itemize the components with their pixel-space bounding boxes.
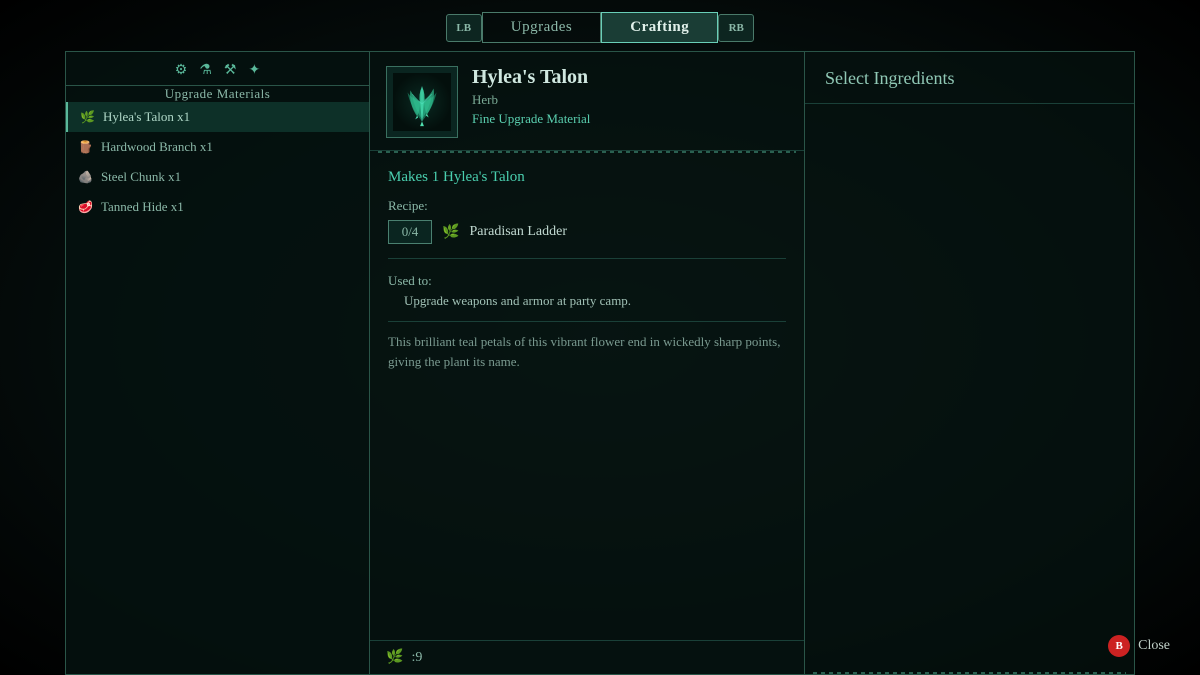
section-divider — [388, 258, 786, 259]
icon-upgrade-4: ✦ — [248, 62, 260, 79]
icon-upgrade-2: ⚗ — [199, 62, 212, 79]
item-header: Hylea's Talon Herb Fine Upgrade Material — [370, 52, 804, 151]
list-item-label: Steel Chunk x1 — [101, 169, 181, 185]
tab-upgrades[interactable]: Upgrades — [482, 12, 601, 43]
right-panel: Select Ingredients — [805, 51, 1135, 675]
bottom-icon: 🌿 — [386, 649, 403, 666]
list-item-icon: 🥩 — [78, 200, 93, 215]
list-item-label: Hardwood Branch x1 — [101, 139, 213, 155]
select-ingredients-area — [805, 104, 1134, 674]
tab-crafting[interactable]: Crafting — [601, 12, 718, 43]
top-navigation: LB Upgrades Crafting RB — [0, 0, 1200, 51]
panel-title: Upgrade Materials — [66, 86, 369, 102]
main-content: ⚙ ⚗ ⚒ ✦ Upgrade Materials 🌿 Hylea's Talo… — [0, 51, 1200, 675]
item-info: Hylea's Talon Herb Fine Upgrade Material — [472, 66, 590, 127]
list-item-label: Tanned Hide x1 — [101, 199, 184, 215]
makes-label: Makes 1 Hylea's Talon — [388, 169, 786, 186]
icon-upgrade-3: ⚒ — [224, 62, 237, 79]
close-section: B Close — [1108, 635, 1170, 657]
recipe-label: Recipe: — [388, 198, 786, 214]
bottom-bar: 🌿 :9 — [370, 640, 804, 674]
item-list: 🌿 Hylea's Talon x1 🪵 Hardwood Branch x1 … — [66, 102, 369, 674]
select-divider — [813, 672, 1126, 674]
recipe-section: Recipe: 0/4 🌿 Paradisan Ladder — [388, 198, 786, 244]
list-item-icon: 🪨 — [78, 170, 93, 185]
item-name: Hylea's Talon — [472, 66, 590, 89]
lb-button[interactable]: LB — [446, 14, 482, 42]
recipe-row: 0/4 🌿 Paradisan Ladder — [388, 220, 786, 244]
list-item[interactable]: 🌿 Hylea's Talon x1 — [66, 102, 369, 132]
close-label: Close — [1138, 638, 1170, 654]
list-item-icon: 🪵 — [78, 140, 93, 155]
item-image — [386, 66, 458, 138]
used-to-section: Used to: Upgrade weapons and armor at pa… — [388, 273, 786, 309]
list-item[interactable]: 🪨 Steel Chunk x1 — [66, 162, 369, 192]
list-item[interactable]: 🥩 Tanned Hide x1 — [66, 192, 369, 222]
b-button[interactable]: B — [1108, 635, 1130, 657]
item-rarity: Fine Upgrade Material — [472, 111, 590, 127]
list-item-label: Hylea's Talon x1 — [103, 109, 190, 125]
list-item-icon: 🌿 — [80, 110, 95, 125]
recipe-count: 0/4 — [388, 220, 432, 244]
used-to-text: Upgrade weapons and armor at party camp. — [388, 293, 786, 309]
detail-content: Makes 1 Hylea's Talon Recipe: 0/4 🌿 Para… — [370, 153, 804, 640]
bottom-count: :9 — [411, 650, 422, 666]
rb-button[interactable]: RB — [718, 14, 754, 42]
icon-upgrade-1: ⚙ — [175, 62, 188, 79]
left-panel: ⚙ ⚗ ⚒ ✦ Upgrade Materials 🌿 Hylea's Talo… — [65, 51, 370, 675]
item-type: Herb — [472, 92, 590, 108]
middle-panel: Hylea's Talon Herb Fine Upgrade Material… — [370, 51, 805, 675]
item-description: This brilliant teal petals of this vibra… — [388, 321, 786, 371]
list-item[interactable]: 🪵 Hardwood Branch x1 — [66, 132, 369, 162]
recipe-icon: 🌿 — [442, 224, 459, 241]
recipe-ingredient-name: Paradisan Ladder — [469, 224, 567, 240]
right-panel-title: Select Ingredients — [805, 52, 1134, 104]
left-panel-header: ⚙ ⚗ ⚒ ✦ — [66, 52, 369, 86]
used-to-label: Used to: — [388, 273, 786, 289]
